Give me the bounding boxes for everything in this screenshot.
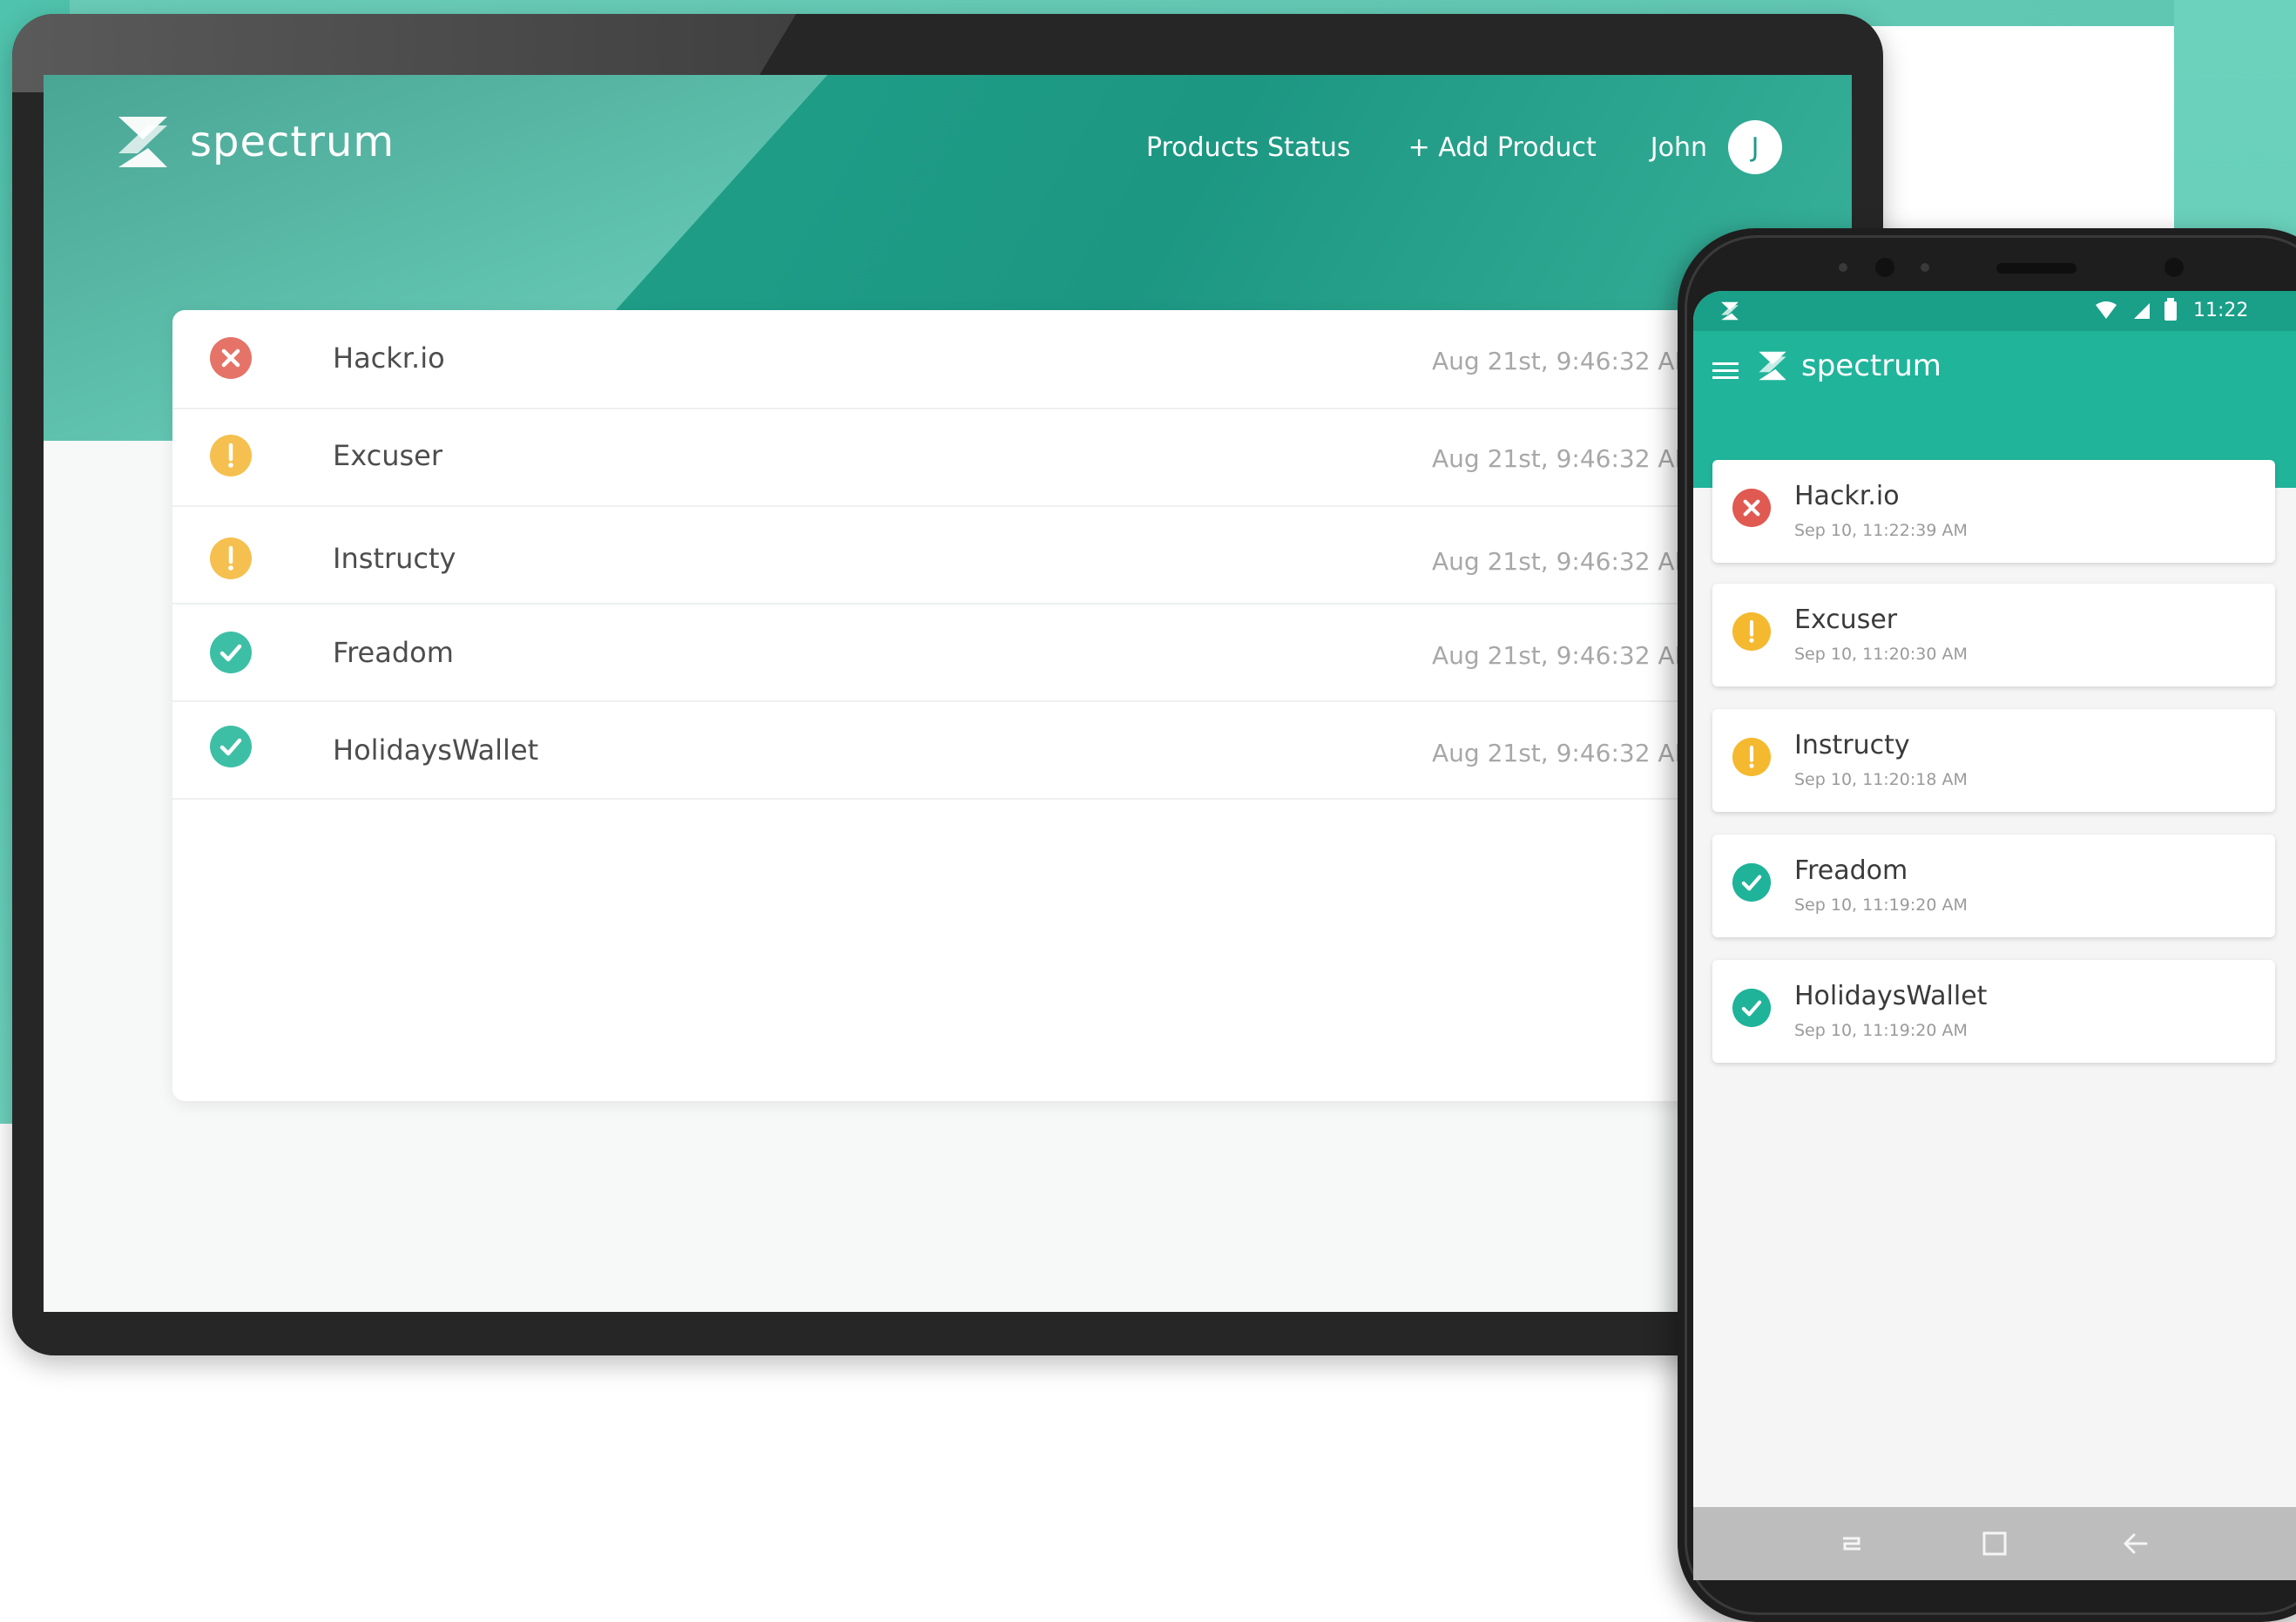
wifi-icon [2096,301,2117,319]
mobile-brand-name: spectrum [1801,348,1941,383]
product-name: Instructy [333,542,456,575]
warning-exclamation-icon [210,537,252,579]
product-time: Aug 21st, 9:46:32 AM [1432,739,1696,767]
checkmark-icon [210,726,252,767]
hamburger-menu-icon[interactable] [1712,361,1739,382]
product-time: Aug 21st, 9:46:32 AM [1432,347,1696,375]
list-item[interactable]: Hackr.io Sep 10, 11:22:39 AM [1712,460,2275,563]
list-item[interactable]: HolidaysWallet Sep 10, 11:19:20 AM [1712,960,2275,1063]
avatar: J [1728,120,1782,174]
home-button-icon[interactable] [1979,1528,2010,1559]
product-time: Aug 21st, 9:46:32 AM [1432,444,1696,473]
product-name: Instructy [1794,730,1910,760]
products-status-card: Hackr.io Aug 21st, 9:46:32 AM Excuser Au… [172,310,1852,1101]
phone-frame: 11:22 spectrum Hackr.io Sep 10, 11:22:39… [1678,228,2296,1622]
table-row[interactable]: HolidaysWallet Aug 21st, 9:46:32 AM [172,700,1852,800]
checkmark-icon [1732,988,1772,1028]
product-name: Hackr.io [333,341,445,375]
warning-exclamation-icon [210,435,252,476]
list-item[interactable]: Freadom Sep 10, 11:19:20 AM [1712,835,2275,937]
product-time: Sep 10, 11:19:20 AM [1794,895,1968,915]
mobile-status-bar: 11:22 [1693,291,2296,331]
product-time: Sep 10, 11:19:20 AM [1794,1021,1968,1040]
product-time: Aug 21st, 9:46:32 AM [1432,641,1696,670]
product-name: Freadom [1794,855,1908,886]
product-name: Excuser [333,439,442,472]
table-row[interactable]: Hackr.io Aug 21st, 9:46:32 AM [172,310,1852,409]
table-row[interactable]: Freadom Aug 21st, 9:46:32 AM [172,603,1852,702]
checkmark-icon [210,632,252,673]
status-bar-time: 11:22 [2193,300,2249,321]
spectrum-logo-icon [118,117,167,167]
desktop-brand-name: spectrum [190,118,395,166]
mobile-brand-logo[interactable]: spectrum [1756,348,1941,383]
warning-exclamation-icon [1732,612,1772,652]
desktop-app-screen: spectrum Products Status + Add Product J… [44,75,1852,1312]
nav-products-status[interactable]: Products Status [1146,132,1351,163]
back-arrow-icon[interactable] [2120,1528,2151,1559]
checkmark-icon [1732,862,1772,902]
user-menu[interactable]: John J [1651,120,1782,174]
spectrum-logo-icon [1759,351,1786,381]
error-x-icon [210,337,252,379]
desktop-nav: Products Status + Add Product John J [1089,120,1782,174]
mobile-app-screen: 11:22 spectrum Hackr.io Sep 10, 11:22:39… [1693,291,2296,1580]
product-time: Sep 10, 11:20:18 AM [1794,770,1968,789]
cell-signal-icon [2134,303,2150,319]
list-item[interactable]: Excuser Sep 10, 11:20:30 AM [1712,584,2275,686]
error-x-icon [1732,488,1772,528]
product-name: HolidaysWallet [1794,981,1988,1011]
product-time: Aug 21st, 9:46:32 AM [1432,547,1696,576]
table-row[interactable]: Excuser Aug 21st, 9:46:32 AM [172,408,1852,507]
warning-exclamation-icon [1732,737,1772,777]
recent-apps-icon[interactable] [1836,1528,1867,1559]
phone-earpiece-sensors [1839,258,2184,277]
product-name: Excuser [1794,605,1898,635]
android-nav-bar [1693,1507,2296,1580]
spectrum-notification-icon [1721,301,1739,321]
nav-add-product-button[interactable]: + Add Product [1408,132,1597,163]
desktop-brand-logo[interactable]: spectrum [113,113,395,171]
table-row[interactable]: Instructy Aug 21st, 9:46:32 AM [172,505,1852,605]
product-name: HolidaysWallet [333,733,539,767]
list-item[interactable]: Instructy Sep 10, 11:20:18 AM [1712,709,2275,812]
battery-icon [2164,298,2177,321]
product-time: Sep 10, 11:22:39 AM [1794,521,1968,540]
product-name: Freadom [333,636,454,669]
laptop-frame: spectrum Products Status + Add Product J… [12,14,1883,1355]
user-name: John [1650,132,1707,163]
product-name: Hackr.io [1794,481,1900,511]
product-time: Sep 10, 11:20:30 AM [1794,645,1968,664]
